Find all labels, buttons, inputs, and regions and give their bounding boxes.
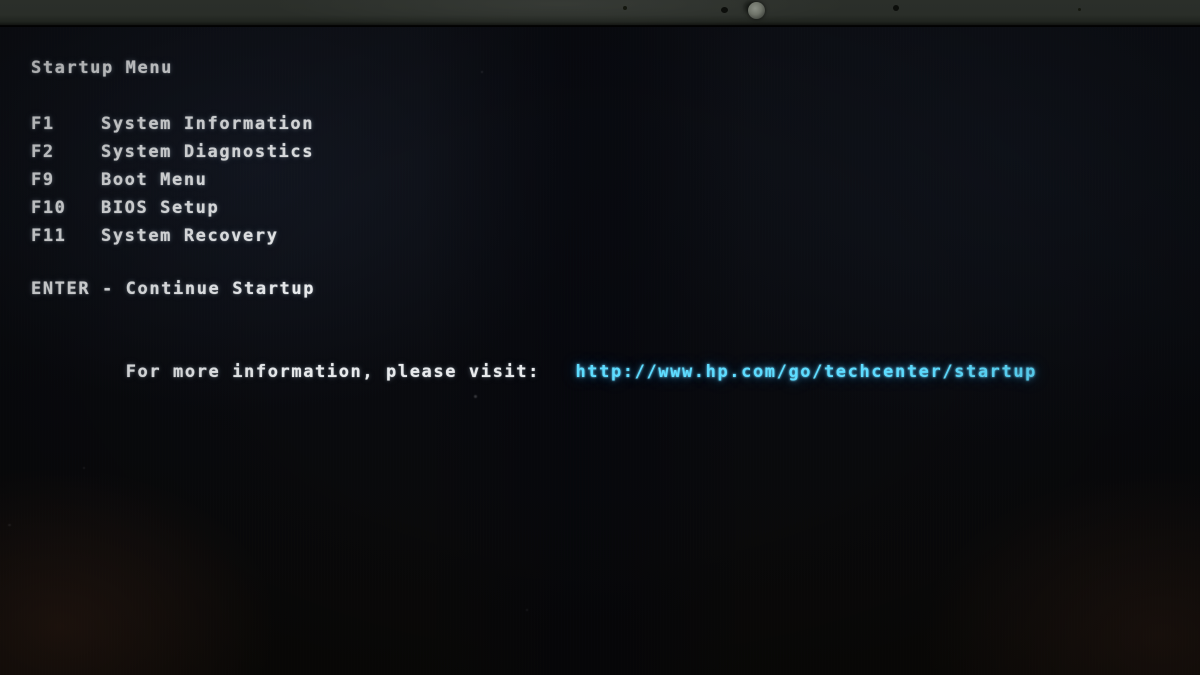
display-screen: Startup Menu F1 System Information F2 Sy… xyxy=(0,27,1200,675)
laptop-top-bezel xyxy=(0,0,1200,28)
bezel-sensor-dot-left xyxy=(623,6,627,10)
menu-item-f10-key: F10 xyxy=(31,198,67,218)
dust-speck xyxy=(526,609,528,611)
menu-item-f2-key: F2 xyxy=(31,142,55,162)
bios-text-layer: Startup Menu F1 System Information F2 Sy… xyxy=(0,27,1200,675)
menu-item-f2-label: System Diagnostics xyxy=(101,142,315,162)
hp-techcenter-url[interactable]: http://www.hp.com/go/techcenter/startup xyxy=(575,362,1037,382)
bezel-sheen xyxy=(0,0,1200,27)
more-information-line: For more information, please visit: http… xyxy=(31,342,1037,402)
page-title: Startup Menu xyxy=(31,58,174,78)
menu-item-f11-label: System Recovery xyxy=(101,226,279,246)
webcam-indicator-dot xyxy=(721,7,728,13)
more-information-prefix: For more information, please visit: xyxy=(125,362,540,382)
dust-speck xyxy=(83,467,85,469)
bezel-sensor-dot-right xyxy=(893,5,899,11)
menu-item-f9-label: Boot Menu xyxy=(101,170,208,190)
bios-startup-menu-screenshot: Startup Menu F1 System Information F2 Sy… xyxy=(0,0,1200,675)
continue-startup-line[interactable]: ENTER - Continue Startup xyxy=(31,279,315,299)
menu-item-f10-label: BIOS Setup xyxy=(101,198,220,218)
webcam-lens-icon xyxy=(748,2,765,19)
menu-item-f1-label: System Information xyxy=(101,114,315,134)
dust-speck xyxy=(481,71,483,73)
bezel-speck xyxy=(1078,8,1081,11)
dust-speck xyxy=(474,395,477,398)
menu-item-f11-key: F11 xyxy=(31,226,67,246)
menu-item-f1-key: F1 xyxy=(31,114,55,134)
dust-speck xyxy=(8,524,11,526)
menu-item-f9-key: F9 xyxy=(31,170,55,190)
